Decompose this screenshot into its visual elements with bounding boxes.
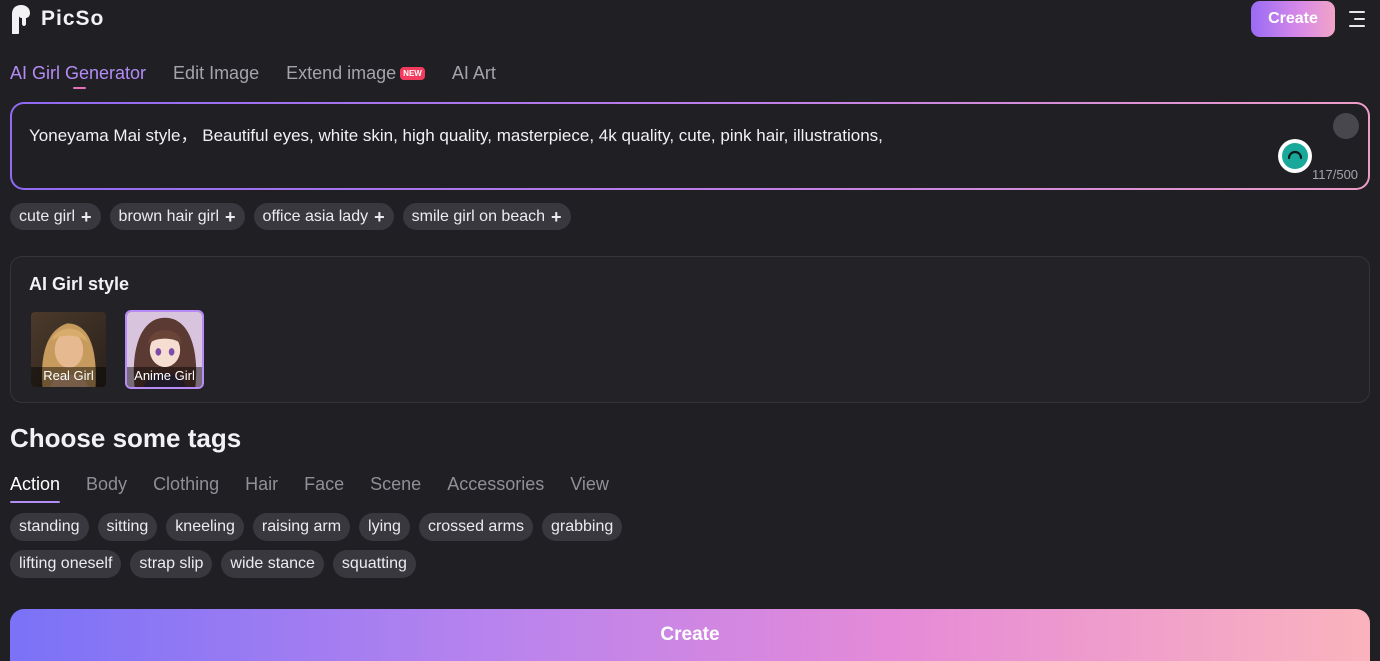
clear-prompt-button[interactable] (1333, 113, 1359, 139)
chip-label: smile girl on beach (411, 207, 546, 225)
tab-ai-girl-generator[interactable]: AI Girl Generator (10, 60, 147, 89)
tags-section-title: Choose some tags (10, 423, 242, 453)
style-option-label: Anime Girl (127, 367, 202, 387)
plus-icon: + (374, 206, 385, 227)
chip-label: office asia lady (262, 207, 369, 225)
prompt-textarea[interactable]: Yoneyama Mai style， Beautiful eyes, whit… (29, 121, 883, 146)
tag-tab-accessories[interactable]: Accessories (447, 474, 544, 500)
tag-tab-hair[interactable]: Hair (245, 474, 278, 500)
tag-list-row: standing sitting kneeling raising arm ly… (10, 513, 623, 541)
tag-chip[interactable]: squatting (332, 550, 416, 578)
tag-chip[interactable]: crossed arms (418, 513, 533, 541)
tag-tab-body[interactable]: Body (86, 474, 127, 500)
picso-logo-icon (12, 5, 30, 34)
tag-chip[interactable]: standing (10, 513, 89, 541)
hamburger-menu-icon[interactable] (1347, 9, 1367, 29)
tag-chip[interactable]: grabbing (541, 513, 623, 541)
plus-icon: + (225, 206, 236, 227)
style-option-label: Real Girl (31, 367, 106, 387)
chip-label: cute girl (19, 207, 76, 225)
tag-list-row: lifting oneself strap slip wide stance s… (10, 550, 416, 578)
style-option-real-girl[interactable]: Real Girl (29, 310, 108, 389)
suggestion-chip[interactable]: brown hair girl + (109, 203, 245, 230)
suggestion-chip[interactable]: smile girl on beach + (402, 203, 571, 230)
tab-ai-art[interactable]: AI Art (452, 60, 496, 86)
new-badge: NEW (400, 66, 425, 80)
spinner-arc-icon (1287, 150, 1303, 160)
tag-category-tabs: Action Body Clothing Hair Face Scene Acc… (10, 474, 609, 503)
prompt-suggestions: cute girl + brown hair girl + office asia … (10, 203, 571, 230)
tag-tab-action[interactable]: Action (10, 474, 61, 503)
header: PicSo Create (0, 0, 1380, 40)
tab-label: AI Girl Generator (10, 63, 147, 83)
logo[interactable]: PicSo (10, 4, 104, 34)
tag-tab-clothing[interactable]: Clothing (153, 474, 219, 500)
prompt-inner: Yoneyama Mai style， Beautiful eyes, whit… (12, 104, 1368, 188)
suggestion-chip[interactable]: cute girl + (10, 203, 101, 230)
loading-spinner-icon (1282, 143, 1308, 169)
prompt-assist-button[interactable] (1278, 139, 1312, 173)
tag-tab-view[interactable]: View (570, 474, 609, 500)
plus-icon: + (551, 206, 562, 227)
logo-text: PicSo (41, 7, 105, 30)
prompt-box: Yoneyama Mai style， Beautiful eyes, whit… (10, 102, 1370, 190)
suggestion-chip[interactable]: office asia lady + (253, 203, 394, 230)
char-count: 117/500 (1312, 167, 1359, 182)
style-panel: AI Girl style Real Girl Anime Girl (10, 256, 1370, 403)
style-option-anime-girl[interactable]: Anime Girl (125, 310, 204, 389)
tag-chip[interactable]: wide stance (221, 550, 324, 578)
tag-chip[interactable]: strap slip (130, 550, 213, 578)
tag-tab-scene[interactable]: Scene (370, 474, 421, 500)
plus-icon: + (81, 206, 92, 227)
tab-label: Edit Image (173, 63, 260, 83)
picso-app: PicSo Create AI Girl Generator Edit Imag… (0, 0, 1380, 661)
tab-edit-image[interactable]: Edit Image (173, 60, 259, 86)
tab-label: Extend image (286, 63, 397, 83)
chip-label: brown hair girl (118, 207, 220, 225)
create-button[interactable]: Create (10, 609, 1370, 661)
tag-chip[interactable]: lying (359, 513, 410, 541)
tab-extend-image[interactable]: Extend image NEW (286, 60, 425, 86)
tab-label: AI Art (451, 63, 496, 83)
tag-chip[interactable]: sitting (97, 513, 158, 541)
header-create-button[interactable]: Create (1251, 1, 1335, 37)
style-panel-title: AI Girl style (29, 274, 130, 294)
tag-chip[interactable]: lifting oneself (10, 550, 122, 578)
tag-chip[interactable]: raising arm (252, 513, 351, 541)
tag-tab-face[interactable]: Face (304, 474, 344, 500)
tag-chip[interactable]: kneeling (166, 513, 244, 541)
main-tabs: AI Girl Generator Edit Image Extend imag… (10, 60, 496, 92)
